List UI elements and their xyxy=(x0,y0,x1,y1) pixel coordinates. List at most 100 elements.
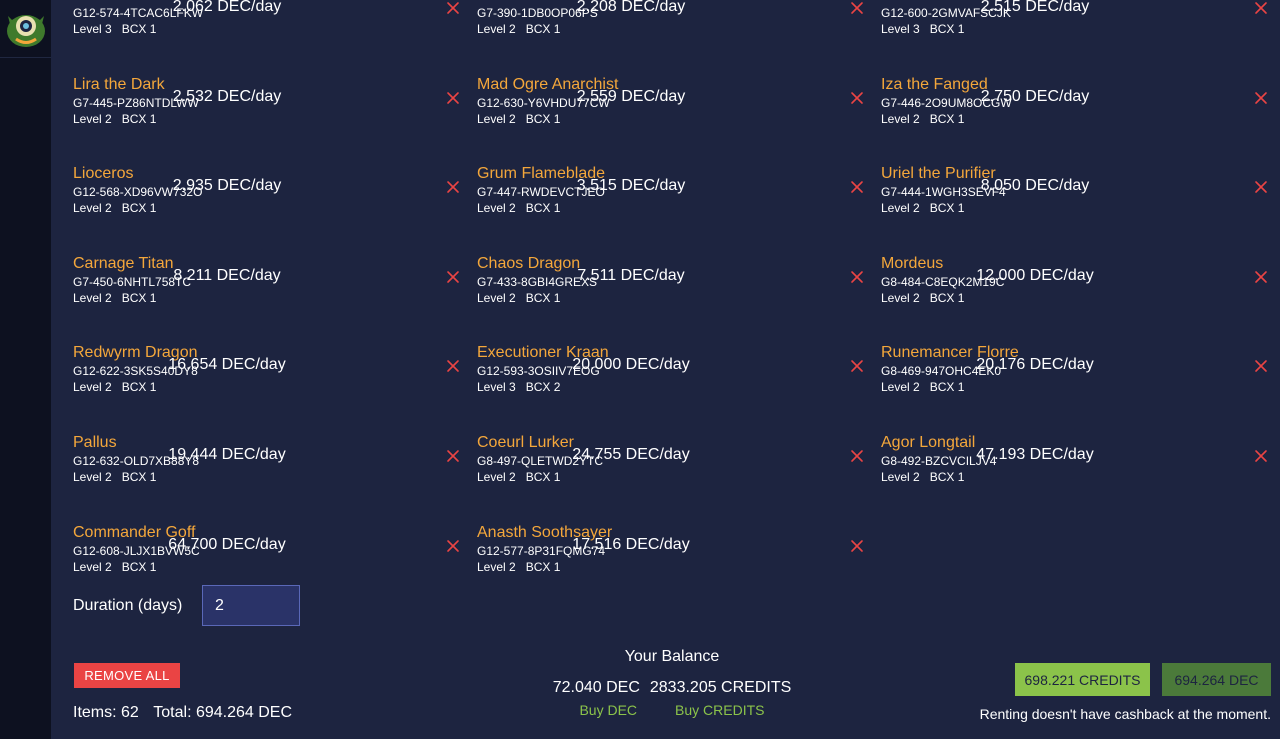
card-bcx: BCX 1 xyxy=(121,560,157,574)
card-bcx: BCX 1 xyxy=(929,470,965,484)
close-icon[interactable] xyxy=(1253,358,1269,374)
close-icon[interactable] xyxy=(1253,90,1269,106)
card-bcx: BCX 1 xyxy=(525,201,561,215)
rental-card-row: Anasth Soothsayer G12-577-8P31FQMG74 Level… xyxy=(477,524,877,584)
card-level: Level 2 xyxy=(477,112,516,126)
card-price: 2.515 DEC/day xyxy=(980,0,1090,15)
card-price: 17.516 DEC/day xyxy=(572,536,690,553)
card-bcx: BCX 1 xyxy=(525,22,561,36)
card-meta: Level 2 BCX 1 xyxy=(881,470,964,484)
card-level: Level 2 xyxy=(881,470,920,484)
card-bcx: BCX 2 xyxy=(525,380,561,394)
items-count: 62 xyxy=(121,704,139,721)
pay-with-credits-button[interactable]: 698.221 CREDITS xyxy=(1015,663,1150,696)
rental-card-row: G7-390-1DB0OP06PS Level 2 BCX 1 2.208 DEC/d… xyxy=(477,0,877,46)
rental-card-row: Grum Flameblade G7-447-RWDEVCTJEO Level 2B… xyxy=(477,165,877,225)
buy-dec-link[interactable]: Buy DEC xyxy=(579,702,637,718)
rental-card-row: Commander Goff G12-608-JLJX1BVW5C Level 2B… xyxy=(73,524,473,584)
balance-title: Your Balance xyxy=(624,648,720,665)
close-icon[interactable] xyxy=(849,269,865,285)
card-meta: Level 2 BCX 1 xyxy=(73,470,156,484)
close-icon[interactable] xyxy=(445,538,461,554)
rental-card-row: Uriel the Purifier G7-444-1WGH3SEVF4 Level… xyxy=(881,165,1280,225)
rental-card-row: Mordeus G8-484-C8EQK2M19C Level 2 BCX 1 12.0… xyxy=(881,255,1280,315)
close-icon[interactable] xyxy=(445,179,461,195)
card-level: Level 2 xyxy=(73,112,112,126)
card-level: Level 2 xyxy=(477,470,516,484)
close-icon[interactable] xyxy=(445,448,461,464)
close-icon[interactable] xyxy=(849,448,865,464)
rental-card-row: Iza the Fanged G7-446-2O9UM8OCGW Level 2 BC… xyxy=(881,76,1280,136)
rental-card-row: Lioceros G12-568-XD96VW732O Level 2 BCX 1 2.… xyxy=(73,165,473,225)
card-bcx: BCX 1 xyxy=(121,22,157,36)
card-bcx: BCX 1 xyxy=(525,112,561,126)
card-bcx: BCX 1 xyxy=(121,112,157,126)
card-price: 47.193 DEC/day xyxy=(976,446,1094,463)
card-meta: Level 3 BCX 2 xyxy=(477,380,560,394)
remove-all-button[interactable]: REMOVE ALL xyxy=(74,663,180,688)
close-icon[interactable] xyxy=(1253,0,1269,16)
card-bcx: BCX 1 xyxy=(121,380,157,394)
rental-card-row: Carnage Titan G7-450-6NHTL758TC Level 2 BCX… xyxy=(73,255,473,315)
balance-credits: 2833.205 CREDITS xyxy=(649,679,792,696)
card-level: Level 2 xyxy=(881,380,920,394)
close-icon[interactable] xyxy=(849,538,865,554)
card-level: Level 2 xyxy=(73,291,112,305)
card-bcx: BCX 1 xyxy=(121,201,157,215)
card-meta: Level 2 BCX 1 xyxy=(73,380,156,394)
card-meta: Level 2 BCX 1 xyxy=(881,201,964,215)
cart-summary: Items: 62 Total: 694.264 DEC xyxy=(73,704,292,722)
card-meta: Level 2 BCX 1 xyxy=(477,470,560,484)
close-icon[interactable] xyxy=(445,0,461,16)
card-price: 2.532 DEC/day xyxy=(172,88,282,105)
card-level: Level 2 xyxy=(881,112,920,126)
card-price: 8.050 DEC/day xyxy=(980,177,1090,194)
card-level: Level 2 xyxy=(477,22,516,36)
buy-credits-link[interactable]: Buy CREDITS xyxy=(675,702,764,718)
card-meta: Level 2 BCX 1 xyxy=(881,291,964,305)
pay-with-dec-button[interactable]: 694.264 DEC xyxy=(1162,663,1271,696)
rental-card-row: Lira the Dark G7-445-PZ86NTDLWW Level 2 BCX… xyxy=(73,76,473,136)
card-bcx: BCX 1 xyxy=(525,470,561,484)
card-bcx: BCX 1 xyxy=(525,291,561,305)
card-bcx: BCX 1 xyxy=(929,380,965,394)
card-level: Level 2 xyxy=(477,560,516,574)
balance-dec: 72.040 DEC xyxy=(552,679,640,696)
close-icon[interactable] xyxy=(445,269,461,285)
close-icon[interactable] xyxy=(1253,448,1269,464)
card-level: Level 2 xyxy=(477,291,516,305)
close-icon[interactable] xyxy=(445,358,461,374)
card-meta: Level 2 BCX 1 xyxy=(477,22,560,36)
card-meta: Level 2 BCX 1 xyxy=(477,112,560,126)
card-level: Level 2 xyxy=(73,201,112,215)
close-icon[interactable] xyxy=(849,90,865,106)
card-meta: Level 2 BCX 1 xyxy=(477,291,560,305)
card-bcx: BCX 1 xyxy=(929,112,965,126)
rental-card-row: Mad Ogre Anarchist G12-630-Y6VHDU77CW Leve… xyxy=(477,76,877,136)
duration-label: Duration (days) xyxy=(73,597,183,614)
card-level: Level 2 xyxy=(477,201,516,215)
total-value: 694.264 DEC xyxy=(195,704,293,721)
close-icon[interactable] xyxy=(849,358,865,374)
monster-logo-icon[interactable] xyxy=(4,4,48,50)
close-icon[interactable] xyxy=(849,179,865,195)
card-level: Level 2 xyxy=(881,291,920,305)
card-price: 12.000 DEC/day xyxy=(976,267,1094,284)
rental-card-row: Pallus G12-632-OLD7XB88Y8 Level 2 BCX 1 19.4… xyxy=(73,434,473,494)
sidebar-divider xyxy=(0,57,51,58)
card-meta: Level 3 BCX 1 xyxy=(881,22,964,36)
card-level: Level 2 xyxy=(881,201,920,215)
card-price: 20.000 DEC/day xyxy=(572,356,690,373)
rental-card-row: Chaos Dragon G7-433-8GBI4GREXS Level 2 BCX … xyxy=(477,255,877,315)
duration-input[interactable] xyxy=(202,585,300,626)
balance-panel: Your Balance 72.040 DEC 2833.205 CREDITS … xyxy=(540,648,804,718)
card-bcx: BCX 1 xyxy=(525,560,561,574)
rental-card-row: Runemancer Florre G8-469-947OHC4EK0 Level … xyxy=(881,344,1280,404)
close-icon[interactable] xyxy=(1253,269,1269,285)
close-icon[interactable] xyxy=(849,0,865,16)
close-icon[interactable] xyxy=(1253,179,1269,195)
card-meta: Level 2 BCX 1 xyxy=(73,201,156,215)
rental-card-row: Executioner Kraan G12-593-3OSIIV7EOG Level… xyxy=(477,344,877,404)
card-price: 20.176 DEC/day xyxy=(976,356,1094,373)
close-icon[interactable] xyxy=(445,90,461,106)
